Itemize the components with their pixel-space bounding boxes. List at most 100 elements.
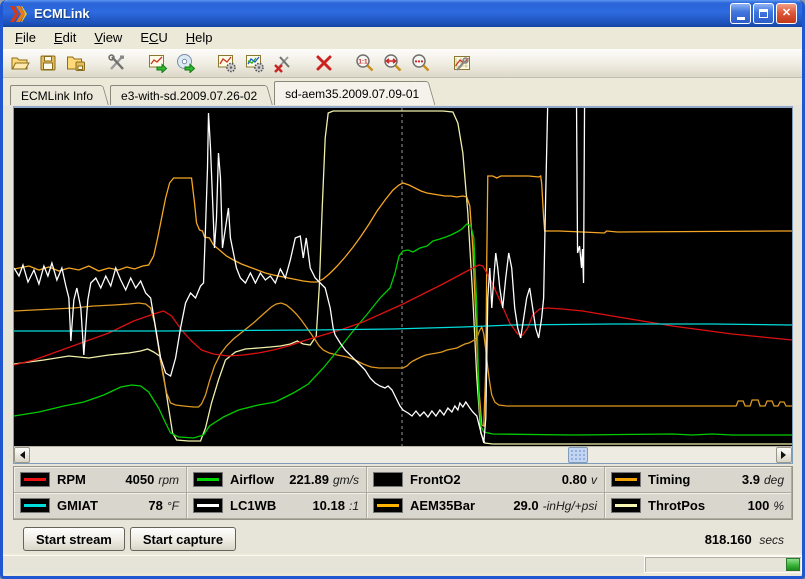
trace-color-swatch <box>373 472 403 487</box>
titlebar[interactable]: ECMLink ✕ <box>3 0 802 27</box>
red-x-icon[interactable] <box>312 51 336 75</box>
ecmlink-window: ECMLink ✕ File Edit View ECU Help <box>0 0 805 579</box>
trace-value: 221.89 <box>289 472 329 487</box>
menu-edit[interactable]: Edit <box>45 28 85 48</box>
toolbar-separator <box>133 49 142 77</box>
status-progress-track <box>644 556 802 573</box>
close-button[interactable]: ✕ <box>776 3 797 24</box>
trace-color-swatch <box>20 472 50 487</box>
magnifier-dots-icon[interactable] <box>409 51 433 75</box>
legend-item-rpm[interactable]: RPM 4050 rpm <box>14 467 187 493</box>
arrow-left-icon <box>16 451 25 459</box>
legend-item-lc1wb[interactable]: LC1WB 10.18 :1 <box>187 493 367 519</box>
start-capture-button[interactable]: Start capture <box>130 527 236 551</box>
folder-save-icon[interactable] <box>64 51 88 75</box>
window-title: ECMLink <box>34 6 728 21</box>
toolbar-separator <box>437 49 446 77</box>
graph-container <box>13 106 793 464</box>
trace-unit: rpm <box>158 473 179 487</box>
trace-value: 4050 <box>125 472 154 487</box>
trace-color-swatch <box>373 498 403 513</box>
trace-name: ThrotPos <box>648 498 705 513</box>
elapsed-unit: secs <box>759 533 784 547</box>
toolbar-separator <box>92 49 101 77</box>
scrollbar-track[interactable] <box>30 447 776 463</box>
tab-label: e3-with-sd.2009.07.26-02 <box>121 89 257 103</box>
graph-svg <box>14 108 792 446</box>
toolbar-separator <box>202 49 211 77</box>
trace-name: LC1WB <box>230 498 276 513</box>
save-icon[interactable] <box>36 51 60 75</box>
close-icon: ✕ <box>782 8 791 19</box>
menu-view[interactable]: View <box>85 28 131 48</box>
trace-value: 3.9 <box>742 472 760 487</box>
open-folder-icon[interactable] <box>8 51 32 75</box>
tab-strip: ECMLink Info e3-with-sd.2009.07.26-02 sd… <box>3 78 802 105</box>
tab-sd-aem35[interactable]: sd-aem35.2009.07.09-01 <box>274 81 425 105</box>
trace-color-swatch <box>193 498 223 513</box>
tab-label: ECMLink Info <box>21 89 93 103</box>
scroll-left-button[interactable] <box>14 447 30 463</box>
trace-color-swatch <box>193 472 223 487</box>
toolbar: 1:1 <box>3 49 802 78</box>
legend-item-aem35bar[interactable]: AEM35Bar 29.0 -inHg/+psi <box>367 493 605 519</box>
legend-item-airflow[interactable]: Airflow 221.89 gm/s <box>187 467 367 493</box>
trace-value: 0.80 <box>562 472 587 487</box>
start-stream-button[interactable]: Start stream <box>23 527 125 551</box>
legend-item-gmiat[interactable]: GMIAT 78 °F <box>14 493 187 519</box>
minimize-button[interactable] <box>730 3 751 24</box>
trace-name: RPM <box>57 472 86 487</box>
trace-unit: v <box>591 473 597 487</box>
tab-e3-with-sd[interactable]: e3-with-sd.2009.07.26-02 <box>110 85 263 105</box>
trace-color-swatch <box>611 472 641 487</box>
elapsed-value: 818.160 <box>705 532 752 547</box>
magnifier-arrows-icon[interactable] <box>381 51 405 75</box>
legend-item-throtpos[interactable]: ThrotPos 100 % <box>605 493 792 519</box>
tools-delete-icon[interactable] <box>271 51 295 75</box>
tab-ecmlink-info[interactable]: ECMLink Info <box>10 85 99 105</box>
menubar: File Edit View ECU Help <box>3 27 802 49</box>
toolbar-separator <box>299 49 308 77</box>
svg-text:1:1: 1:1 <box>358 58 368 65</box>
tab-label: sd-aem35.2009.07.09-01 <box>285 87 419 101</box>
chart-display-gear-icon[interactable] <box>243 51 267 75</box>
capture-controls: Start stream Start capture 818.160 secs <box>13 520 793 553</box>
legend-item-timing[interactable]: Timing 3.9 deg <box>605 467 792 493</box>
trace-unit: :1 <box>349 499 359 513</box>
scroll-right-button[interactable] <box>776 447 792 463</box>
menu-help[interactable]: Help <box>177 28 222 48</box>
cd-export-icon[interactable] <box>174 51 198 75</box>
elapsed-time: 818.160 secs <box>705 532 784 547</box>
trace-value: 10.18 <box>312 498 345 513</box>
trace-name: Timing <box>648 472 690 487</box>
minimize-icon <box>737 17 745 20</box>
menu-ecu[interactable]: ECU <box>131 28 176 48</box>
trace-unit: % <box>773 499 784 513</box>
tools-icon[interactable] <box>105 51 129 75</box>
menu-file[interactable]: File <box>6 28 45 48</box>
chart-wrench-icon[interactable] <box>450 51 474 75</box>
trace-unit: gm/s <box>333 473 359 487</box>
scrollbar-thumb[interactable] <box>568 447 588 463</box>
status-progress-chunk <box>786 558 800 571</box>
magnifier-1to1-icon[interactable]: 1:1 <box>353 51 377 75</box>
trace-unit: °F <box>167 499 179 513</box>
trace-unit: -inHg/+psi <box>543 499 597 513</box>
legend-item-fronto2[interactable]: FrontO2 0.80 v <box>367 467 605 493</box>
arrow-right-icon <box>781 451 790 459</box>
trace-name: AEM35Bar <box>410 498 475 513</box>
trace-name: Airflow <box>230 472 274 487</box>
trace-color-swatch <box>20 498 50 513</box>
trace-color-swatch <box>611 498 641 513</box>
maximize-icon <box>759 9 768 18</box>
log-view-panel: RPM 4050 rpm Airflow 221.89 gm/s FrontO2… <box>3 105 802 553</box>
graph-horizontal-scrollbar[interactable] <box>14 446 792 463</box>
legend-table: RPM 4050 rpm Airflow 221.89 gm/s FrontO2… <box>13 466 793 520</box>
trace-unit: deg <box>764 473 784 487</box>
chart-gear-icon[interactable] <box>215 51 239 75</box>
trace-name: GMIAT <box>57 498 98 513</box>
graph-plot-area[interactable] <box>14 108 792 446</box>
chart-export-icon[interactable] <box>146 51 170 75</box>
app-logo-icon <box>9 5 29 23</box>
maximize-button[interactable] <box>753 3 774 24</box>
